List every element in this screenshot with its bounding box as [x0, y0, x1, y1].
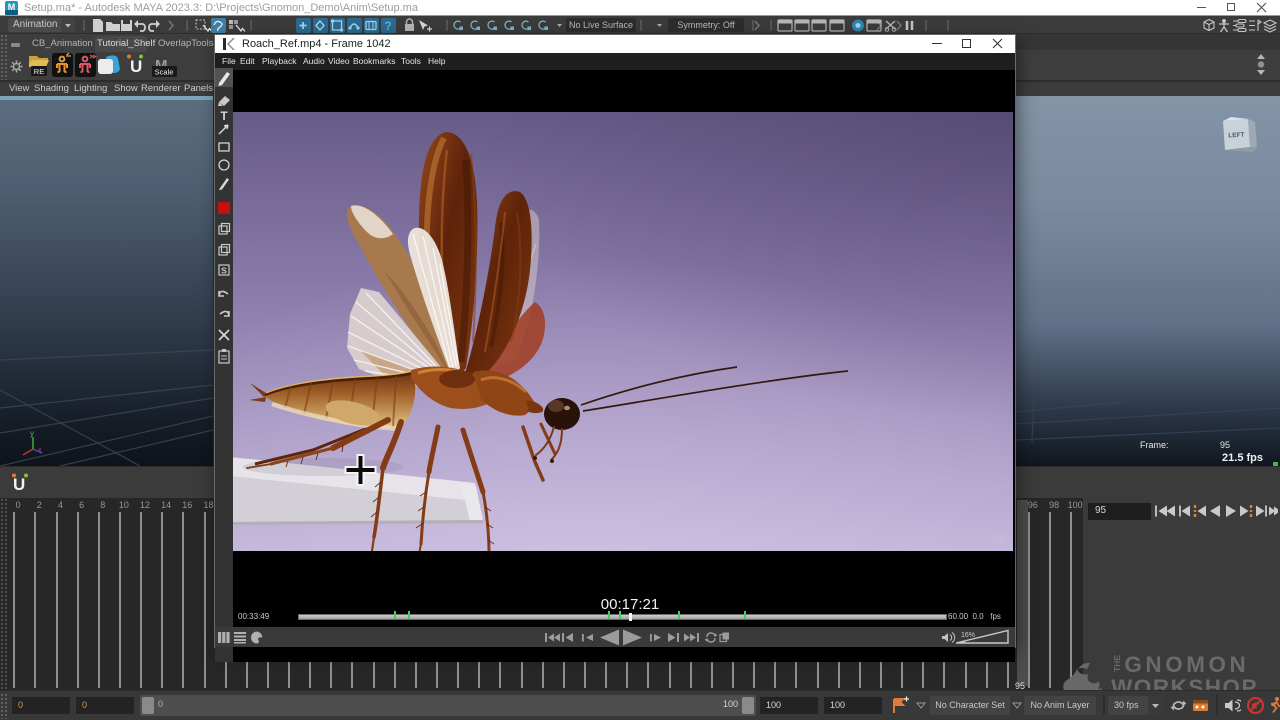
- svg-text:LEFT: LEFT: [1228, 132, 1245, 140]
- svg-text:THE: THE: [1112, 655, 1122, 672]
- svg-text:Scale: Scale: [155, 68, 174, 77]
- svg-text:16%: 16%: [961, 632, 975, 639]
- svg-text:RE: RE: [34, 67, 44, 76]
- svg-text:S: S: [221, 266, 227, 276]
- svg-text:U: U: [13, 475, 25, 494]
- svg-text:GNOMON: GNOMON: [1124, 652, 1249, 677]
- svg-text:21.5 fps: 21.5 fps: [1222, 452, 1263, 464]
- svg-text:95: 95: [1220, 440, 1230, 450]
- svg-text:y: y: [30, 429, 34, 438]
- svg-text:M: M: [8, 2, 16, 12]
- svg-text:U: U: [130, 57, 142, 76]
- svg-text:No Live Surface: No Live Surface: [569, 20, 633, 30]
- svg-text:?: ?: [384, 19, 391, 33]
- svg-text:Symmetry: Off: Symmetry: Off: [677, 20, 735, 30]
- svg-text:Frame:: Frame:: [1140, 440, 1169, 450]
- svg-text:T: T: [220, 109, 228, 123]
